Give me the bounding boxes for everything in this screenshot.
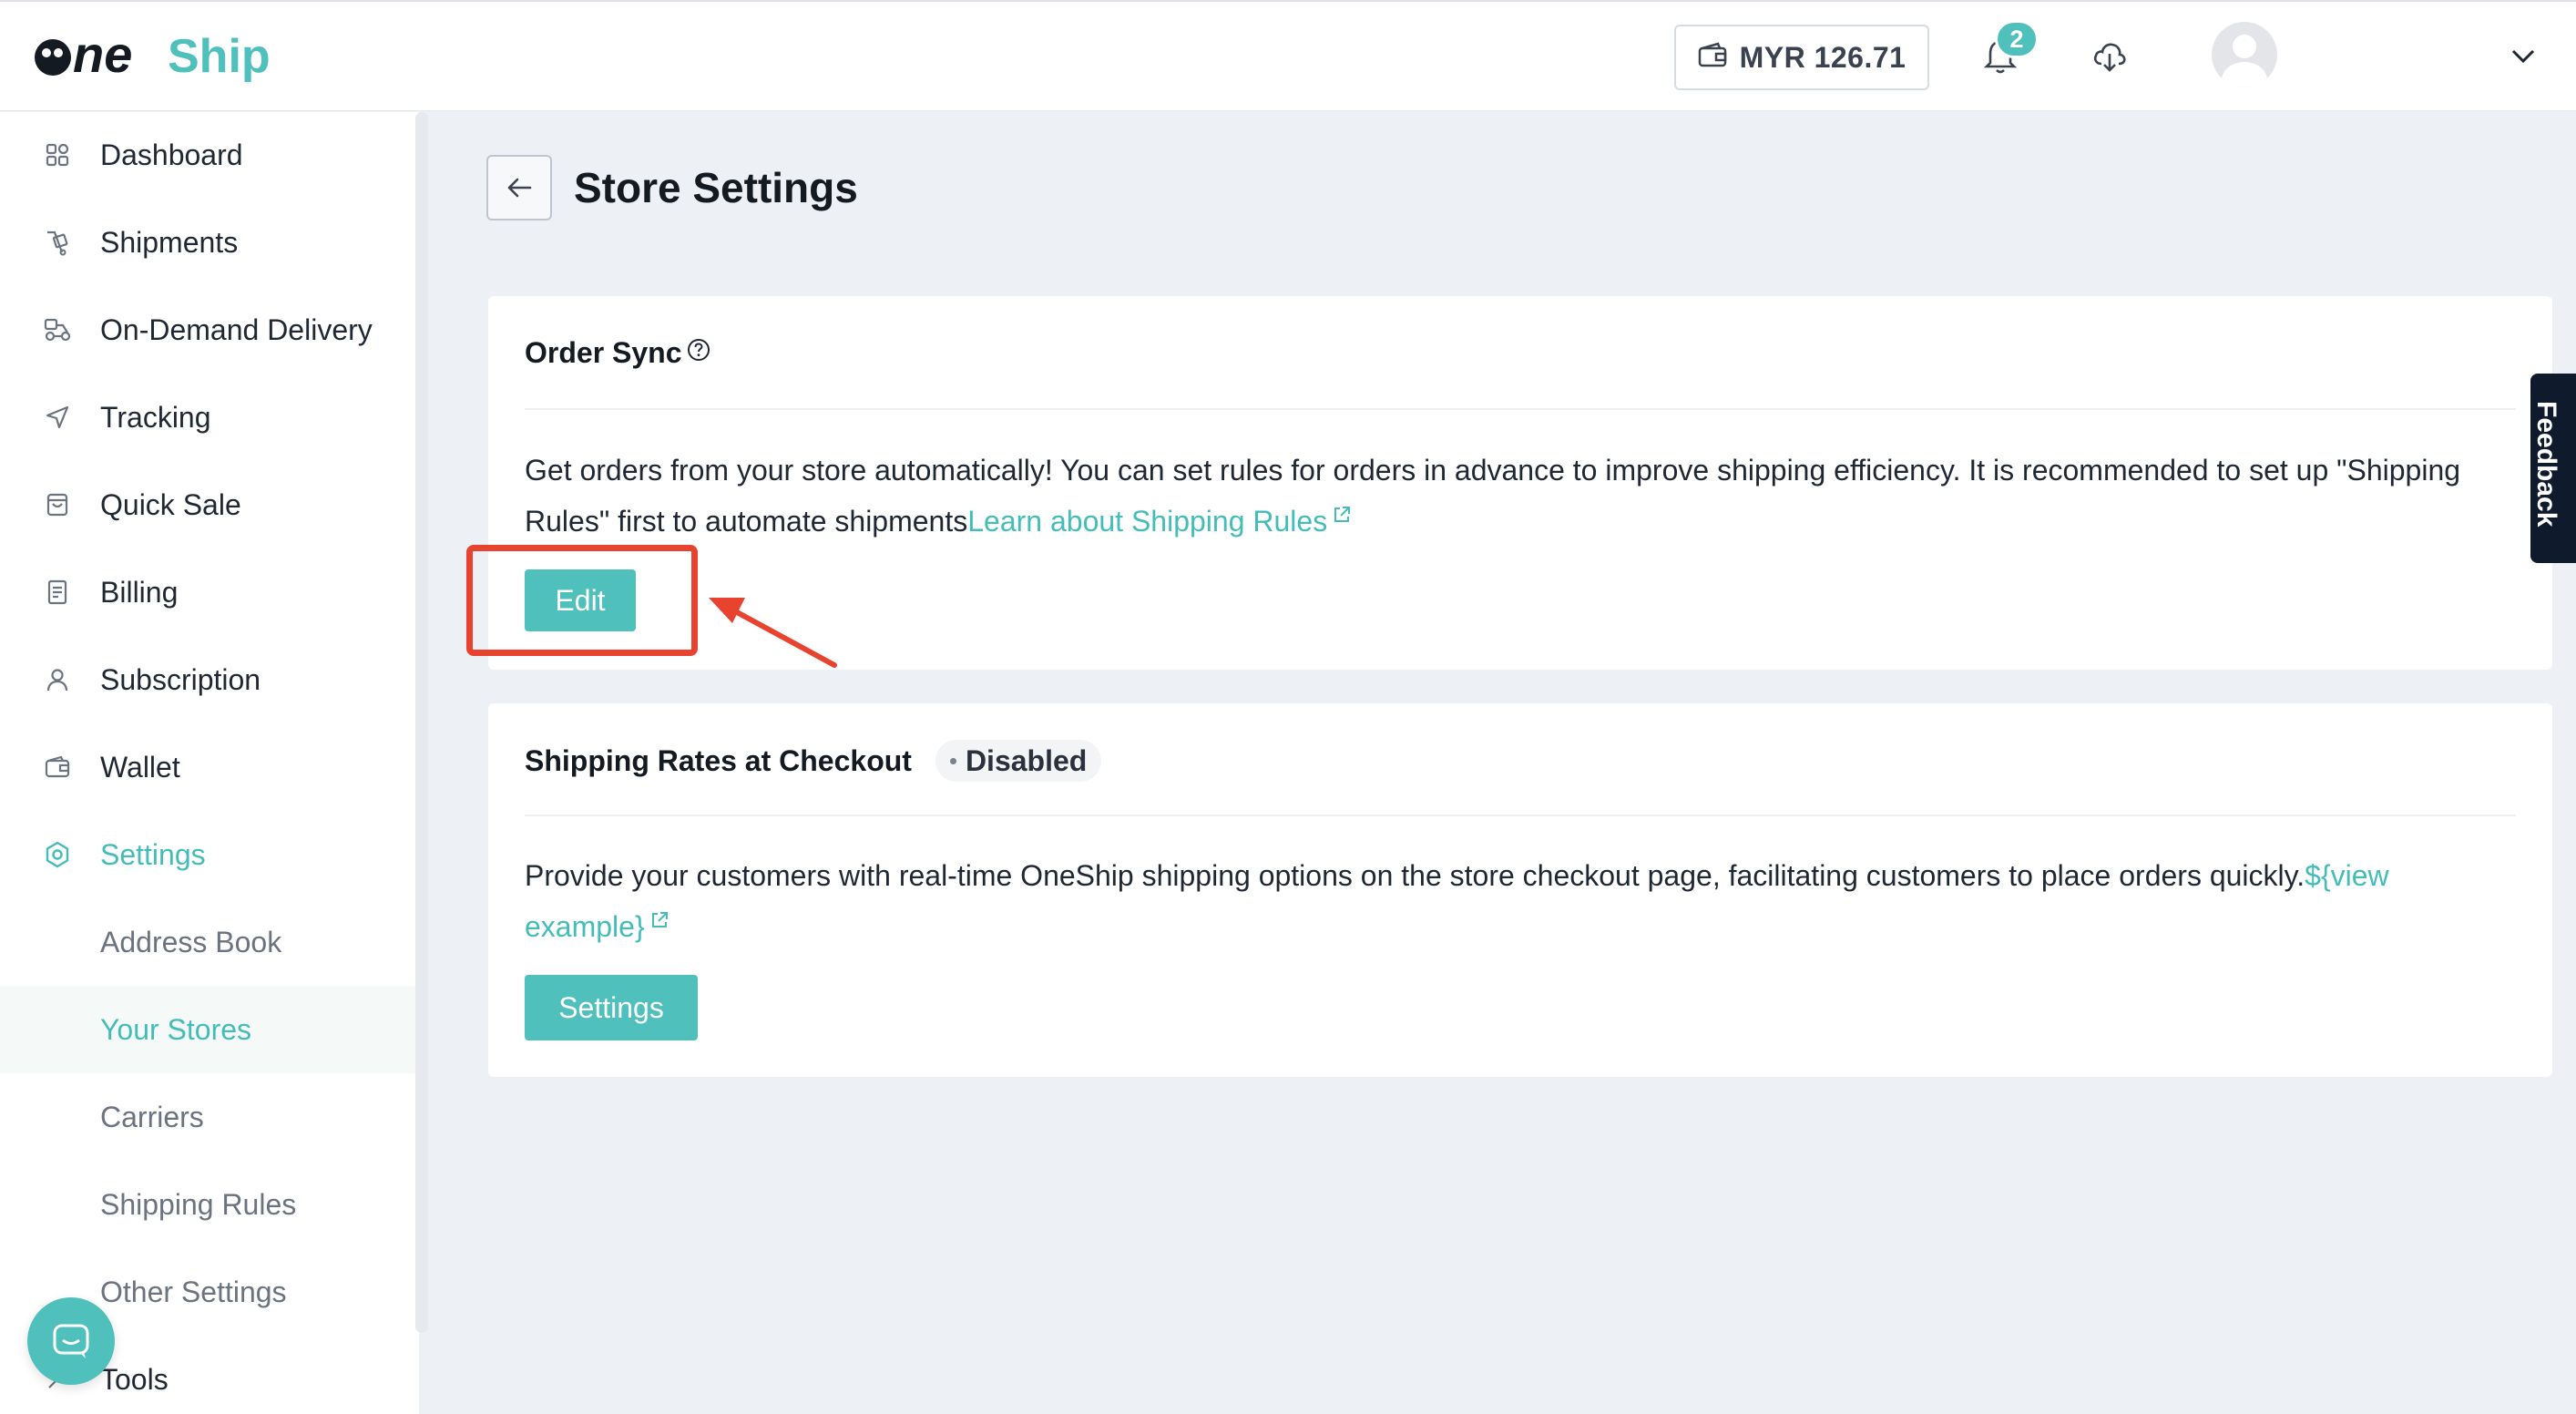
sidebar-subitem-label: Shipping Rules	[100, 1187, 297, 1221]
learn-shipping-rules-link[interactable]: Learn about Shipping Rules	[967, 505, 1327, 538]
sidebar-subitem-shipping-rules[interactable]: Shipping Rules	[0, 1161, 415, 1248]
shipping-rates-title: Shipping Rates at Checkout Disabled	[525, 740, 1102, 782]
sidebar-item-quick-sale[interactable]: Quick Sale	[0, 461, 415, 548]
sidebar-item-label: Tools	[100, 1362, 169, 1396]
annotation-arrow-icon	[709, 598, 837, 668]
sidebar-scrollbar[interactable]	[415, 112, 428, 1333]
chevron-down-icon[interactable]	[2509, 44, 2538, 69]
receipt-icon	[42, 577, 73, 608]
scooter-icon	[42, 314, 73, 345]
shipping-rates-card: Shipping Rates at Checkout Disabled Prov…	[488, 703, 2552, 1077]
grid-icon	[42, 139, 73, 170]
shipping-rates-description: Provide your customers with real-time On…	[525, 853, 2510, 949]
download-button[interactable]	[2088, 35, 2131, 78]
sidebar-item-label: Quick Sale	[100, 487, 241, 521]
sidebar-item-shipments[interactable]: Shipments	[0, 199, 415, 286]
wallet-icon	[1698, 41, 1727, 75]
wallet-balance: MYR 126.71	[1739, 40, 1906, 74]
gear-icon	[42, 839, 73, 870]
navigation-icon	[42, 402, 73, 433]
cloud-download-icon	[2093, 43, 2126, 72]
sidebar-subitem-address-book[interactable]: Address Book	[0, 898, 415, 986]
sidebar-subitem-label: Carriers	[100, 1100, 204, 1133]
sidebar-item-label: On-Demand Delivery	[100, 313, 373, 346]
sidebar-item-label: Tracking	[100, 400, 211, 434]
svg-text:ne: ne	[73, 28, 132, 83]
sidebar-subitem-label: Other Settings	[100, 1275, 287, 1308]
sidebar-item-dashboard[interactable]: Dashboard	[0, 111, 415, 199]
arrow-left-icon	[507, 178, 532, 198]
shipping-rates-title-text: Shipping Rates at Checkout	[525, 743, 912, 777]
order-sync-description-text: Get orders from your store automatically…	[525, 454, 2461, 538]
status-dot	[949, 757, 956, 764]
sidebar-item-label: Dashboard	[100, 138, 243, 171]
external-link-icon	[1331, 493, 1353, 538]
sidebar-item-label: Settings	[100, 837, 206, 871]
status-badge-label: Disabled	[965, 743, 1088, 777]
logo-mark: ne Ship	[35, 28, 271, 83]
sidebar-item-wallet[interactable]: Wallet	[0, 723, 415, 811]
sidebar-subitem-carriers[interactable]: Carriers	[0, 1073, 415, 1161]
svg-text:Ship: Ship	[168, 30, 271, 83]
chat-support-button[interactable]	[27, 1297, 115, 1385]
settings-button[interactable]: Settings	[525, 975, 698, 1040]
sidebar-item-label: Wallet	[100, 750, 180, 784]
page-title: Store Settings	[574, 164, 858, 211]
order-sync-title: Order Sync	[525, 336, 711, 370]
sidebar-subitem-label: Address Book	[100, 925, 282, 958]
divider	[525, 815, 2516, 816]
sidebar-item-label: Billing	[100, 575, 179, 609]
bag-icon	[42, 489, 73, 520]
shipping-rates-description-text: Provide your customers with real-time On…	[525, 859, 2305, 892]
feedback-tab[interactable]: Feedback	[2530, 374, 2576, 563]
notification-badge: 2	[1995, 20, 2039, 58]
back-button[interactable]	[486, 155, 552, 220]
wallet-icon	[42, 752, 73, 783]
top-bar: ne Ship MYR 126.71 2	[0, 0, 2576, 111]
order-sync-title-text: Order Sync	[525, 336, 682, 369]
chat-icon	[53, 1324, 89, 1358]
status-badge: Disabled	[935, 740, 1102, 782]
wallet-balance-chip[interactable]: MYR 126.71	[1674, 25, 1929, 90]
order-sync-description: Get orders from your store automatically…	[525, 447, 2510, 544]
user-icon	[42, 664, 73, 695]
sidebar-item-on-demand-delivery[interactable]: On-Demand Delivery	[0, 286, 415, 374]
sidebar-subitem-label: Your Stores	[100, 1012, 252, 1046]
sidebar-item-settings[interactable]: Settings	[0, 811, 415, 898]
sidebar-subitem-your-stores[interactable]: Your Stores	[0, 986, 415, 1073]
sidebar-item-subscription[interactable]: Subscription	[0, 636, 415, 723]
sidebar-item-label: Shipments	[100, 225, 239, 259]
annotation-highlight-box	[466, 545, 698, 656]
sidebar-item-billing[interactable]: Billing	[0, 548, 415, 636]
help-circle-icon[interactable]	[686, 336, 711, 370]
oneship-logo[interactable]: ne Ship	[33, 24, 288, 89]
external-link-icon	[649, 898, 670, 944]
avatar[interactable]	[2212, 22, 2277, 87]
parcel-icon	[42, 227, 73, 258]
feedback-label: Feedback	[2531, 401, 2561, 528]
divider	[525, 408, 2516, 410]
sidebar-item-tracking[interactable]: Tracking	[0, 374, 415, 461]
sidebar-item-label: Subscription	[100, 662, 261, 696]
